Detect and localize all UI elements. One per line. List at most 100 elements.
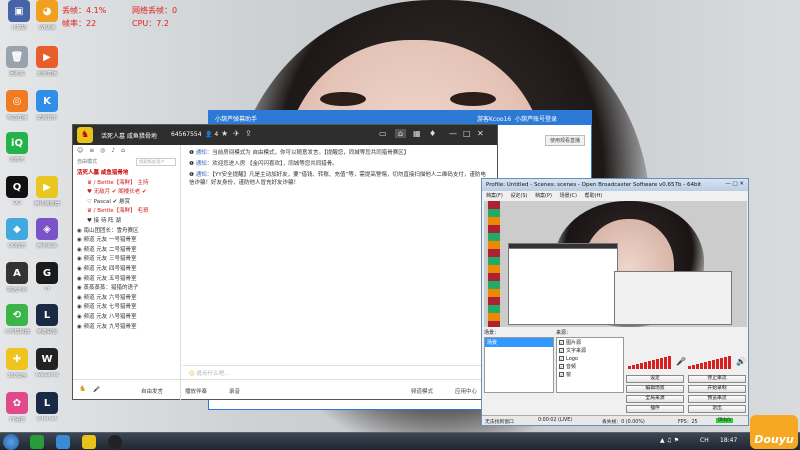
free-talk-button[interactable]: 自由发言 <box>141 387 163 395</box>
desktop-icon[interactable]: A 数据分析 <box>0 262 34 293</box>
desktop-icon[interactable]: ✚ 360安全 <box>0 348 34 379</box>
desktop-icon[interactable]: iQ 爱奇艺 <box>0 132 34 163</box>
desktop-icon[interactable]: ▶ 腾讯播放器 <box>30 176 64 207</box>
channel-list-item[interactable]: ♛ / Bettle【海鲜】 毛哥 <box>77 207 176 217</box>
desktop-icon[interactable]: ⟲ 小鸡模拟器 <box>0 304 34 335</box>
menu-file[interactable]: 档案(F) <box>486 193 503 199</box>
desktop-icon[interactable]: ◆ QQ群管 <box>0 218 34 249</box>
mic-icon[interactable]: 🎤 <box>676 357 686 366</box>
channel-list-item[interactable]: ◉ 频道 元友 三号猎骨室 <box>77 255 176 265</box>
game-icon[interactable]: ▦ <box>413 129 421 138</box>
obs-window[interactable]: Profile: Untitled - Scenes: scenes - Ope… <box>481 178 749 426</box>
helper-login[interactable]: 小葫芦账号登录 <box>515 114 557 123</box>
desktop-icon[interactable]: ✿ YY语音 <box>0 392 34 423</box>
desktop-icon[interactable]: Q QQ <box>0 176 34 206</box>
yy-window[interactable]: ♞ 活死人墓 咸鱼猎骨地 64567554 👤 4 ★ ✈ ⇪ ▭ ⌂ ▦ ♦ … <box>72 124 498 401</box>
desktop-icon[interactable]: ◎ 热血直播 <box>0 90 34 121</box>
exit-button[interactable]: 退出 <box>688 405 746 413</box>
channel-list-item[interactable]: ◉ 频道 元友 八号猎骨室 <box>77 313 176 323</box>
start-recording-button[interactable]: 开始录制 <box>688 385 746 393</box>
music-tool-icon[interactable]: ♪ <box>111 147 115 154</box>
scene-list[interactable]: 场景 <box>484 337 554 393</box>
menu-profile[interactable]: 档案(P) <box>535 193 552 199</box>
channel-list-item[interactable]: 活死人墓 咸鱼猎骨地 <box>77 169 176 179</box>
edit-scene-button[interactable]: 编辑场景 <box>626 385 684 393</box>
star-icon[interactable]: ★ <box>221 129 228 138</box>
play-accompaniment-button[interactable]: 播放伴奏 <box>185 387 207 395</box>
channel-list-item[interactable]: ◉ 频道 元友 七号猎骨室 <box>77 303 176 313</box>
home-tool-icon[interactable]: ⌂ <box>121 147 125 154</box>
channel-list-item[interactable]: ◉ 频道 元友 一号猎骨室 <box>77 236 176 246</box>
tray-icons[interactable]: ▲ ♫ ⚑ <box>660 437 679 444</box>
watch-live-button[interactable]: 使用观看直播 <box>544 135 585 146</box>
desktop-icon[interactable]: L Internet <box>30 392 64 422</box>
minimize-icon[interactable]: — <box>449 129 457 138</box>
taskbar-yy-icon[interactable] <box>82 435 96 449</box>
desktop-icon[interactable]: ▶ 迅雷直播 <box>30 46 64 77</box>
source-item[interactable]: ✓ 音频 <box>559 363 621 371</box>
desktop-volume-meter[interactable] <box>688 355 731 369</box>
record-button[interactable]: 录音 <box>229 387 240 395</box>
channel-list-item[interactable]: ◉ 蒸蒸蒸蒸：猎猎的语子 <box>77 284 176 294</box>
home-icon[interactable]: ⌂ <box>395 129 407 138</box>
channel-list-item[interactable]: ◉ 频道 元友 四号猎骨室 <box>77 265 176 275</box>
start-button[interactable] <box>3 434 19 450</box>
target-tool-icon[interactable]: ◎ <box>100 147 105 154</box>
yy-titlebar[interactable]: ♞ 活死人墓 咸鱼猎骨地 64567554 👤 4 ★ ✈ ⇪ ▭ ⌂ ▦ ♦ … <box>73 125 497 145</box>
menu-help[interactable]: 帮助(H) <box>585 193 603 199</box>
channel-list-item[interactable]: ◉ 频道 元友 五号猎骨室 <box>77 275 176 285</box>
app-center-button[interactable]: 应用中心 <box>455 387 477 395</box>
global-sources-button[interactable]: 全局来源 <box>626 395 684 403</box>
tray-clock[interactable]: 18:47 <box>720 437 737 444</box>
desktop-icon[interactable]: K 酷狗音乐 <box>30 90 64 121</box>
desktop-icon[interactable]: L 英雄联盟 <box>30 304 64 335</box>
speaker-icon[interactable]: 🔊 <box>736 357 746 366</box>
preview-stream-button[interactable]: 预览串流 <box>688 395 746 403</box>
taskbar-app-icon[interactable] <box>56 435 70 449</box>
desktop-icon[interactable]: W WeGame <box>30 348 64 378</box>
channel-list-item[interactable]: ♡ Pascal ✔ 悬赏 <box>77 198 176 208</box>
menu-settings[interactable]: 设定(S) <box>510 193 527 199</box>
source-item[interactable]: ✓ Logo <box>559 355 621 363</box>
helper-titlebar[interactable]: 小葫芦弹幕助手 游客Kcoo16 小葫芦账号登录 <box>209 111 591 125</box>
source-item[interactable]: ✓ 图片源 <box>559 339 621 347</box>
desktop-icon[interactable]: ◈ 腾讯会议 <box>30 218 64 249</box>
plane-icon[interactable]: ✈ <box>233 129 240 138</box>
channel-list-item[interactable]: ◉ 频道 元友 九号猎骨室 <box>77 323 176 333</box>
channel-list-item[interactable]: ◉ 频道 元友 二号猎骨室 <box>77 246 176 256</box>
channel-mode-button[interactable]: 频道模式 <box>411 387 433 395</box>
source-item[interactable]: ✓ 窗 <box>559 371 621 379</box>
obs-titlebar[interactable]: Profile: Untitled - Scenes: scenes - Ope… <box>482 179 748 191</box>
scene-item[interactable]: 场景 <box>485 338 553 347</box>
yy-chat-input[interactable]: ☺ 说点什么吧... 💬 <box>183 365 497 379</box>
channel-list-item[interactable]: ♛ / Bettle【海鲜】 主持 <box>77 179 176 189</box>
obs-window-controls[interactable]: — □ ✕ <box>725 181 744 187</box>
emoji-tool-icon[interactable]: ☺ <box>77 147 83 154</box>
channel-search-input[interactable]: 搜索频道/用户 <box>136 158 176 166</box>
channel-list-item[interactable]: ◉ 南山团团长：雪舟赛区 <box>77 227 176 237</box>
channel-list-item[interactable]: ♥ 接 待 阵 湖 <box>77 217 176 227</box>
smile-icon[interactable]: ☺ <box>189 371 195 377</box>
desktop-icon[interactable]: G YY <box>30 262 64 292</box>
share-icon[interactable]: ⇪ <box>245 129 252 138</box>
channel-list-item[interactable]: ◉ 频道 元友 六号猎骨室 <box>77 294 176 304</box>
settings-button[interactable]: 设定 <box>626 375 684 383</box>
desktop-icon[interactable]: ◕ Wi快速 <box>30 0 64 31</box>
stop-stream-button[interactable]: 停止串流 <box>688 375 746 383</box>
taskbar-app-icon[interactable] <box>30 435 44 449</box>
plugins-button[interactable]: 插件 <box>626 405 684 413</box>
channel-list-item[interactable]: ♥ 无敌月 ✔ 阁楼长老 ✔ <box>77 188 176 198</box>
desktop-icon[interactable]: 🗑 回收站 <box>0 46 34 77</box>
menu-scene[interactable]: 场景(C) <box>560 193 577 199</box>
gift-icon[interactable]: ♦ <box>429 129 436 138</box>
mode-select[interactable]: 自由模式 <box>77 158 97 166</box>
close-icon[interactable]: ✕ <box>477 129 484 138</box>
mic-icon[interactable]: 🎤 <box>93 387 100 393</box>
list-tool-icon[interactable]: ≡ <box>89 147 94 154</box>
source-item[interactable]: ✓ 文字来源 <box>559 347 621 355</box>
taskbar-obs-icon[interactable] <box>108 435 122 449</box>
screen-icon[interactable]: ▭ <box>379 129 387 138</box>
mic-volume-meter[interactable] <box>628 355 671 369</box>
maximize-icon[interactable]: □ <box>463 129 471 138</box>
source-list[interactable]: ✓ 图片源 ✓ 文字来源 ✓ Logo ✓ 音频 ✓ 窗 <box>556 337 624 393</box>
